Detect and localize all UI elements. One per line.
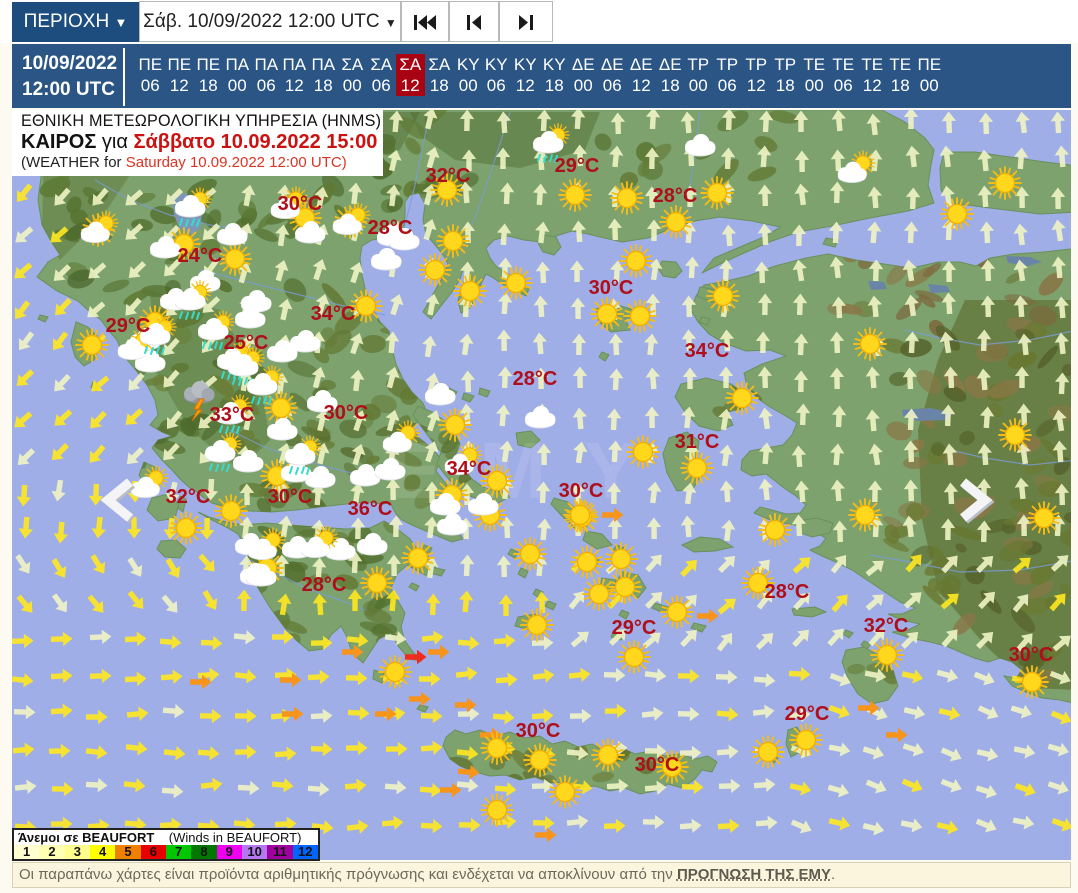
- svg-text:29°C: 29°C: [612, 617, 657, 639]
- svg-text:29°C: 29°C: [106, 315, 151, 337]
- svg-text:30°C: 30°C: [268, 486, 313, 508]
- svg-text:33°C: 33°C: [210, 404, 255, 426]
- svg-text:34°C: 34°C: [685, 340, 730, 362]
- svg-text:24°C: 24°C: [178, 245, 223, 267]
- svg-text:29°C: 29°C: [555, 155, 600, 177]
- svg-text:28°C: 28°C: [653, 185, 698, 207]
- svg-text:30°C: 30°C: [589, 277, 634, 299]
- svg-text:34°C: 34°C: [447, 458, 492, 480]
- svg-text:31°C: 31°C: [675, 431, 720, 453]
- svg-text:30°C: 30°C: [1009, 644, 1054, 666]
- svg-text:34°C: 34°C: [311, 303, 356, 325]
- svg-text:28°C: 28°C: [513, 368, 558, 390]
- svg-text:29°C: 29°C: [785, 703, 830, 725]
- svg-text:30°C: 30°C: [278, 193, 323, 215]
- svg-text:30°C: 30°C: [559, 480, 604, 502]
- svg-text:32°C: 32°C: [426, 165, 471, 187]
- svg-text:32°C: 32°C: [166, 486, 211, 508]
- svg-text:30°C: 30°C: [324, 402, 369, 424]
- svg-text:28°C: 28°C: [302, 574, 347, 596]
- svg-text:28°C: 28°C: [765, 581, 810, 603]
- svg-text:36°C: 36°C: [348, 498, 393, 520]
- svg-text:30°C: 30°C: [516, 720, 561, 742]
- svg-text:30°C: 30°C: [635, 754, 680, 776]
- svg-text:32°C: 32°C: [864, 615, 909, 637]
- svg-text:28°C: 28°C: [368, 217, 413, 239]
- svg-text:25°C: 25°C: [224, 332, 269, 354]
